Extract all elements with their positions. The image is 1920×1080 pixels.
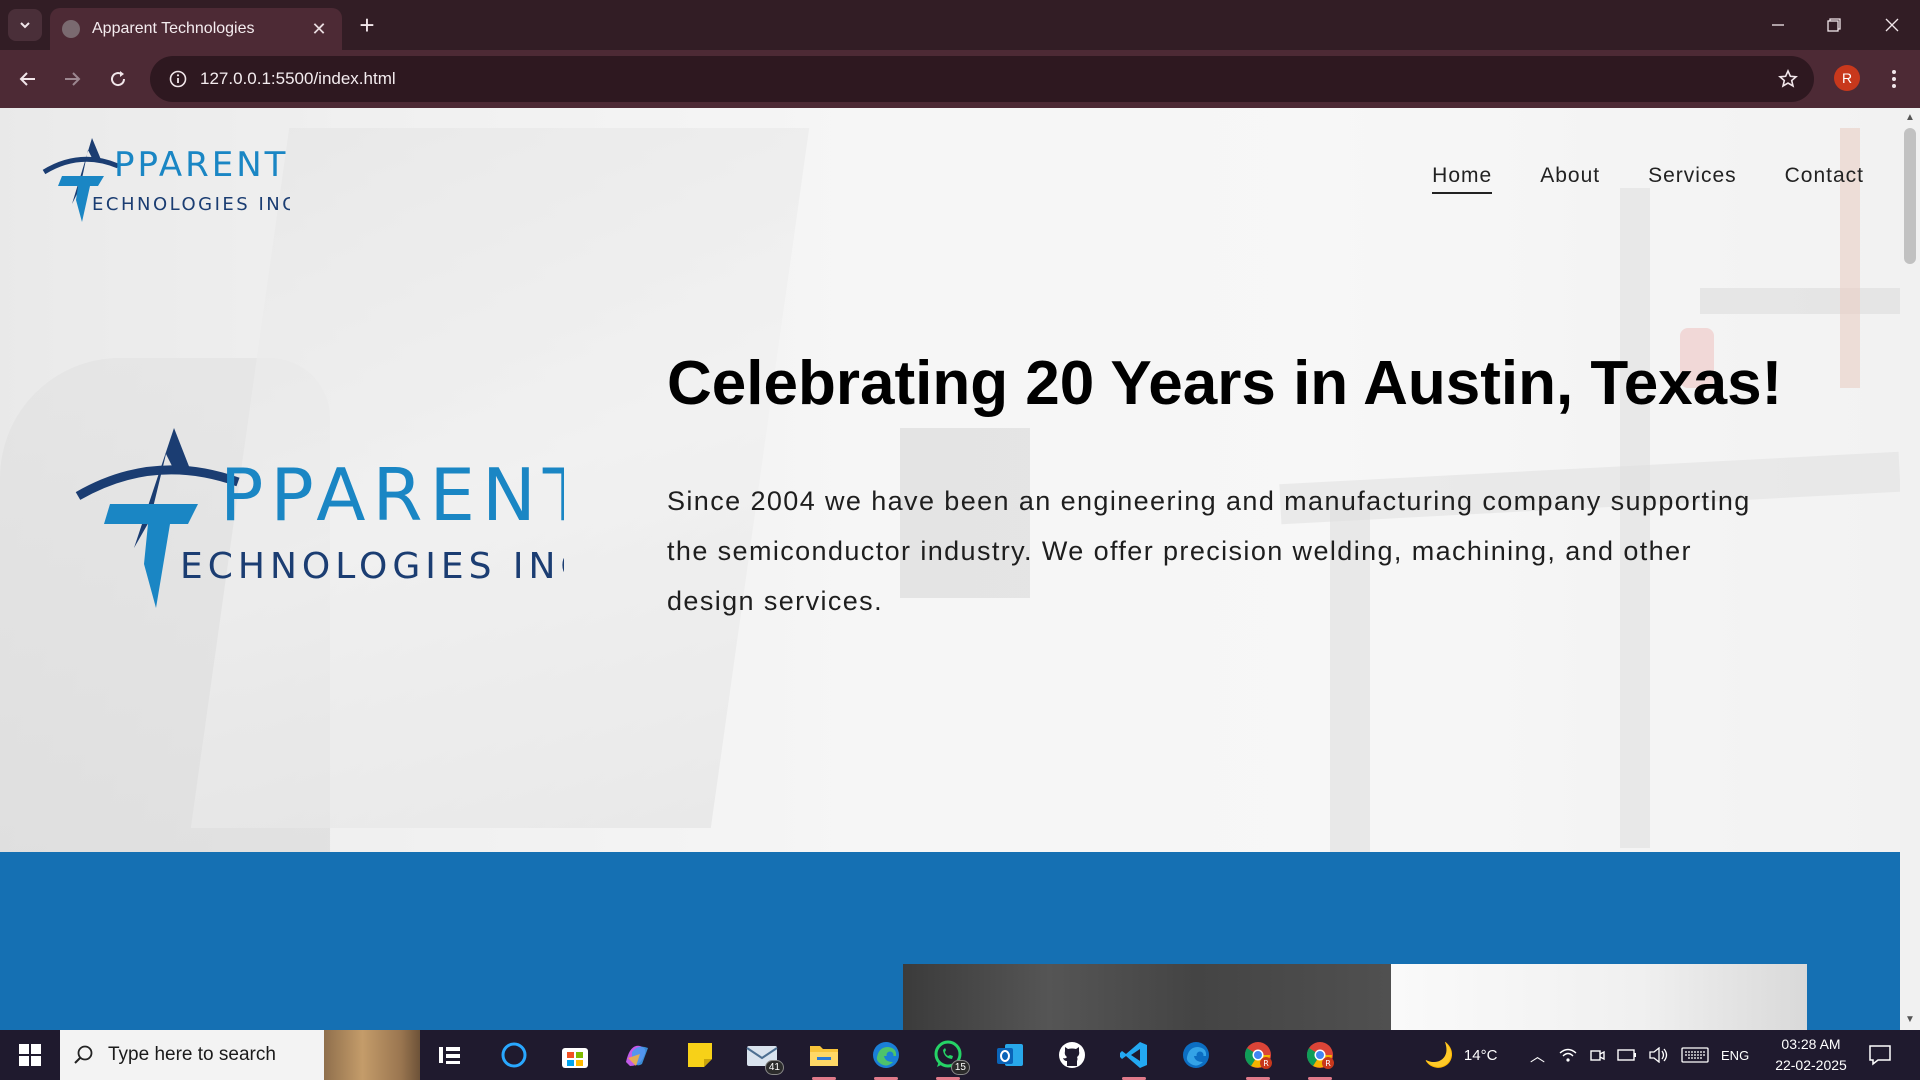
browser-toolbar: 127.0.0.1:5500/index.html R bbox=[0, 50, 1920, 108]
back-button[interactable] bbox=[12, 63, 44, 95]
system-tray-icons: ︿ ENG bbox=[1530, 1030, 1749, 1080]
main-navigation: Home About Services Contact bbox=[1432, 164, 1864, 194]
weather-temperature: 14°C bbox=[1463, 1046, 1498, 1064]
arrow-left-icon bbox=[19, 72, 35, 86]
chrome-profile-initial: R bbox=[1263, 1059, 1269, 1068]
windows-taskbar: Type here to search 41 15 R R 🌙 14°C ︿ E… bbox=[0, 1030, 1920, 1080]
forward-button[interactable] bbox=[56, 63, 88, 95]
close-icon bbox=[1885, 18, 1899, 32]
browser-tab[interactable]: Apparent Technologies ✕ bbox=[50, 8, 342, 50]
start-button[interactable] bbox=[0, 1030, 60, 1080]
github-icon[interactable] bbox=[1052, 1035, 1092, 1075]
search-highlight-image bbox=[324, 1030, 420, 1080]
edge-dev-icon[interactable] bbox=[1176, 1035, 1216, 1075]
hero-logo-word-primary: PPARENT bbox=[220, 453, 564, 537]
close-window-button[interactable] bbox=[1864, 0, 1920, 50]
hero-intro-text: Since 2004 we have been an engineering a… bbox=[667, 486, 1751, 616]
weather-widget[interactable]: 🌙 14°C bbox=[1424, 1030, 1497, 1080]
whatsapp-icon[interactable]: 15 bbox=[928, 1035, 970, 1080]
search-icon bbox=[60, 1044, 108, 1066]
close-icon[interactable]: ✕ bbox=[308, 19, 330, 40]
windows-icon bbox=[19, 1044, 41, 1066]
chevron-up-icon[interactable]: ︿ bbox=[1530, 1045, 1545, 1066]
nav-about[interactable]: About bbox=[1540, 164, 1600, 194]
mail-icon[interactable]: 41 bbox=[742, 1035, 784, 1075]
url-text: 127.0.0.1:5500/index.html bbox=[200, 69, 396, 88]
hero-headline: Celebrating 20 Years in Austin, Texas! bbox=[667, 349, 1783, 418]
scroll-thumb[interactable] bbox=[1904, 128, 1916, 264]
moon-icon: 🌙 bbox=[1424, 1041, 1454, 1069]
new-tab-button[interactable]: + bbox=[352, 10, 382, 40]
nav-home[interactable]: Home bbox=[1432, 164, 1493, 194]
wifi-icon[interactable] bbox=[1559, 1047, 1577, 1063]
taskbar-search[interactable]: Type here to search bbox=[60, 1030, 420, 1080]
tab-search-button[interactable] bbox=[8, 9, 42, 41]
cortana-icon[interactable] bbox=[494, 1035, 534, 1075]
edge-icon[interactable] bbox=[866, 1035, 906, 1080]
tab-title: Apparent Technologies bbox=[92, 20, 255, 37]
services-photos bbox=[903, 964, 1807, 1030]
bookmark-star-icon[interactable] bbox=[1766, 56, 1810, 102]
restore-button[interactable] bbox=[1806, 0, 1862, 50]
logo-word-primary: PPARENT bbox=[114, 145, 288, 185]
chrome-icon-2[interactable]: R bbox=[1300, 1035, 1340, 1080]
task-view-icon[interactable] bbox=[430, 1035, 470, 1075]
profile-avatar[interactable]: R bbox=[1834, 65, 1860, 91]
minimize-button[interactable] bbox=[1750, 0, 1806, 50]
company-logo[interactable]: PPARENT ECHNOLOGIES INC. bbox=[40, 132, 290, 232]
minimize-icon bbox=[1772, 24, 1784, 26]
reload-button[interactable] bbox=[102, 63, 134, 95]
restore-icon bbox=[1827, 18, 1841, 32]
keyboard-icon[interactable] bbox=[1681, 1047, 1709, 1063]
taskbar-clock[interactable]: 03:28 AM 22-02-2025 bbox=[1766, 1034, 1856, 1076]
hero-section: PPARENT ECHNOLOGIES INC. Home About Serv… bbox=[0, 108, 1900, 852]
browser-menu-button[interactable] bbox=[1878, 63, 1910, 95]
reload-icon bbox=[111, 71, 126, 87]
globe-icon bbox=[62, 20, 80, 38]
page-scrollbar[interactable]: ▲ ▼ bbox=[1900, 108, 1920, 1030]
battery-icon[interactable] bbox=[1617, 1049, 1637, 1061]
logo-word-secondary: ECHNOLOGIES INC. bbox=[92, 194, 290, 215]
sticky-notes-icon[interactable] bbox=[680, 1035, 720, 1075]
nav-contact[interactable]: Contact bbox=[1785, 164, 1864, 194]
copilot-icon[interactable] bbox=[617, 1035, 657, 1075]
scroll-down-icon[interactable]: ▼ bbox=[1900, 1012, 1920, 1028]
more-vertical-icon bbox=[1892, 70, 1896, 88]
search-placeholder: Type here to search bbox=[108, 1044, 276, 1065]
nav-services[interactable]: Services bbox=[1648, 164, 1737, 194]
site-info-icon[interactable] bbox=[156, 56, 200, 102]
chevron-down-icon bbox=[20, 22, 30, 29]
facility-photo bbox=[1391, 964, 1807, 1030]
chrome-profile-initial-2: R bbox=[1325, 1059, 1331, 1068]
clock-time: 03:28 AM bbox=[1781, 1036, 1841, 1052]
input-language[interactable]: ENG bbox=[1721, 1048, 1749, 1063]
machine-photo bbox=[903, 964, 1391, 1030]
page-viewport: PPARENT ECHNOLOGIES INC. Home About Serv… bbox=[0, 108, 1920, 1030]
arrow-right-icon bbox=[65, 72, 81, 86]
address-bar[interactable]: 127.0.0.1:5500/index.html bbox=[150, 56, 1814, 102]
whatsapp-badge: 15 bbox=[950, 1060, 970, 1075]
mail-badge: 41 bbox=[764, 1060, 784, 1075]
microsoft-store-icon[interactable] bbox=[555, 1035, 595, 1075]
hero-logo-word-secondary: ECHNOLOGIES INC. bbox=[180, 546, 564, 587]
vscode-icon[interactable] bbox=[1114, 1035, 1154, 1080]
clock-date: 22-02-2025 bbox=[1775, 1057, 1847, 1073]
notifications-icon[interactable] bbox=[1860, 1035, 1900, 1075]
volume-icon[interactable] bbox=[1649, 1047, 1669, 1063]
file-explorer-icon[interactable] bbox=[804, 1035, 844, 1080]
browser-tab-bar: Apparent Technologies ✕ + bbox=[0, 0, 1920, 50]
outlook-icon[interactable] bbox=[990, 1035, 1030, 1075]
hero-logo: PPARENT ECHNOLOGIES INC. bbox=[75, 428, 564, 608]
meet-now-icon[interactable] bbox=[1589, 1047, 1605, 1063]
scroll-up-icon[interactable]: ▲ bbox=[1900, 110, 1920, 126]
chrome-icon[interactable]: R bbox=[1238, 1035, 1278, 1080]
